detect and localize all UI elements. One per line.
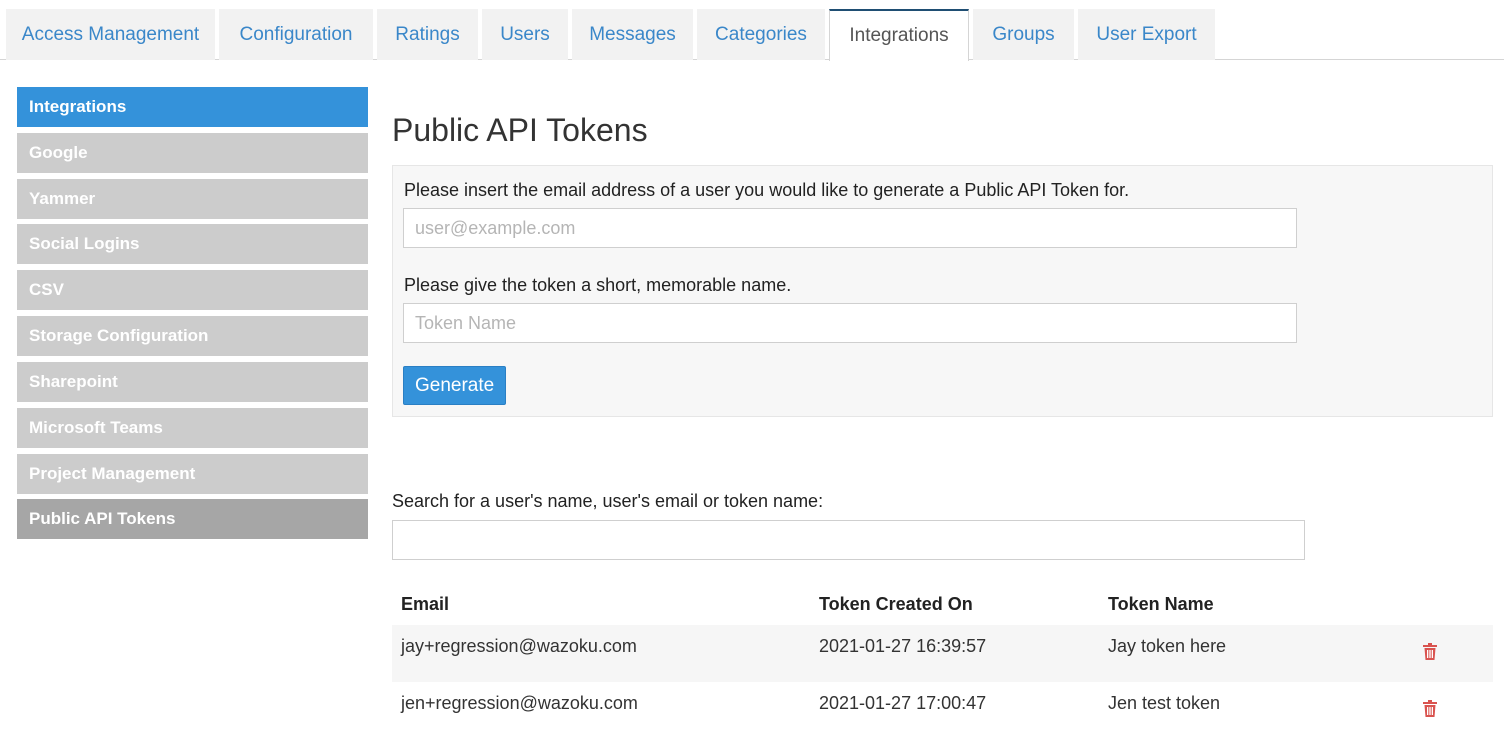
tab-access-management[interactable]: Access Management	[6, 9, 215, 60]
tab-messages[interactable]: Messages	[572, 9, 693, 60]
sidebar-item-social-logins[interactable]: Social Logins	[17, 224, 368, 264]
table-row: jay+regression@wazoku.com 2021-01-27 16:…	[392, 625, 1493, 682]
email-label: Please insert the email address of a use…	[404, 180, 1130, 200]
sidebar-item-google[interactable]: Google	[17, 133, 368, 173]
tab-user-export[interactable]: User Export	[1078, 9, 1215, 60]
trash-icon[interactable]	[1423, 643, 1437, 660]
sidebar-item-yammer[interactable]: Yammer	[17, 179, 368, 219]
tab-configuration[interactable]: Configuration	[219, 9, 373, 60]
search-label: Search for a user's name, user's email o…	[392, 491, 824, 511]
tab-ratings[interactable]: Ratings	[377, 9, 478, 60]
search-input[interactable]	[392, 520, 1305, 560]
sidebar-item-storage-configuration[interactable]: Storage Configuration	[17, 316, 368, 356]
sidebar-item-sharepoint[interactable]: Sharepoint	[17, 362, 368, 402]
tab-integrations[interactable]: Integrations	[829, 9, 969, 61]
tab-categories[interactable]: Categories	[697, 9, 825, 60]
generate-button[interactable]: Generate	[403, 366, 507, 405]
row-created-on: 2021-01-27 16:39:57	[819, 636, 987, 656]
token-name-label: Please give the token a short, memorable…	[404, 275, 792, 295]
sidebar-item-public-api-tokens[interactable]: Public API Tokens	[17, 499, 368, 539]
email-input[interactable]	[403, 208, 1297, 248]
row-email: jay+regression@wazoku.com	[401, 636, 637, 656]
token-name-input[interactable]	[403, 303, 1297, 343]
top-tab-bar: Access Management Configuration Ratings …	[0, 0, 1504, 61]
page-title: Public API Tokens	[392, 112, 648, 148]
sidebar-header-integrations[interactable]: Integrations	[17, 87, 368, 127]
tab-groups[interactable]: Groups	[973, 9, 1074, 60]
tab-users[interactable]: Users	[482, 9, 568, 60]
table-row: jen+regression@wazoku.com 2021-01-27 17:…	[392, 682, 1493, 739]
row-token-name: Jay token here	[1108, 636, 1227, 656]
sidebar-item-microsoft-teams[interactable]: Microsoft Teams	[17, 408, 368, 448]
row-token-name: Jen test token	[1108, 693, 1221, 713]
row-created-on: 2021-01-27 17:00:47	[819, 693, 987, 713]
row-email: jen+regression@wazoku.com	[401, 693, 638, 713]
trash-icon[interactable]	[1423, 700, 1437, 717]
generate-token-panel: Please insert the email address of a use…	[392, 165, 1493, 417]
sidebar-item-csv[interactable]: CSV	[17, 270, 368, 310]
column-header-token-name: Token Name	[1108, 594, 1214, 614]
column-header-token-created-on: Token Created On	[819, 594, 973, 614]
sidebar-item-project-management[interactable]: Project Management	[17, 454, 368, 494]
column-header-email: Email	[401, 594, 450, 614]
